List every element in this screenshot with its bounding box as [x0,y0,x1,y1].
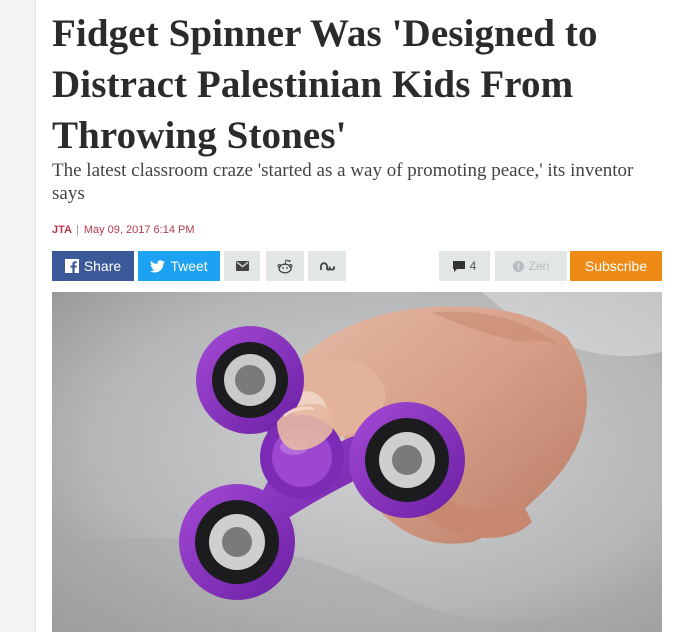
stumbleupon-icon [319,260,335,272]
byline-separator: | [75,224,79,236]
comments-count: 4 [469,259,477,273]
comment-icon [452,260,465,272]
share-bar: Share Tweet 4 Zen Subscribe [52,251,662,281]
zen-button[interactable]: Zen [495,251,567,281]
comments-button[interactable]: 4 [439,251,490,281]
facebook-icon [64,259,79,273]
byline: JTA | May 09, 2017 6:14 PM [52,224,195,236]
byline-author[interactable]: JTA [52,224,72,236]
subtitle: The latest classroom craze 'started as a… [52,160,634,204]
headline: Fidget Spinner Was 'Designed to Distract… [52,12,598,157]
byline-date: May 09, 2017 6:14 PM [83,224,195,236]
tweet-button[interactable]: Tweet [138,251,220,281]
zen-label: Zen [528,259,550,273]
zen-icon [512,260,524,272]
stumbleupon-share-button[interactable] [308,251,346,281]
mail-icon [235,261,249,271]
subscribe-button[interactable]: Subscribe [570,251,662,281]
reddit-share-button[interactable] [266,251,304,281]
reddit-icon [277,259,293,274]
email-share-button[interactable] [224,251,260,281]
facebook-share-label: Share [83,258,122,274]
tweet-label: Tweet [170,258,208,274]
article-photo-fidget-spinner [52,292,662,632]
facebook-share-button[interactable]: Share [52,251,134,281]
twitter-icon [150,259,166,273]
left-gutter [0,0,36,632]
